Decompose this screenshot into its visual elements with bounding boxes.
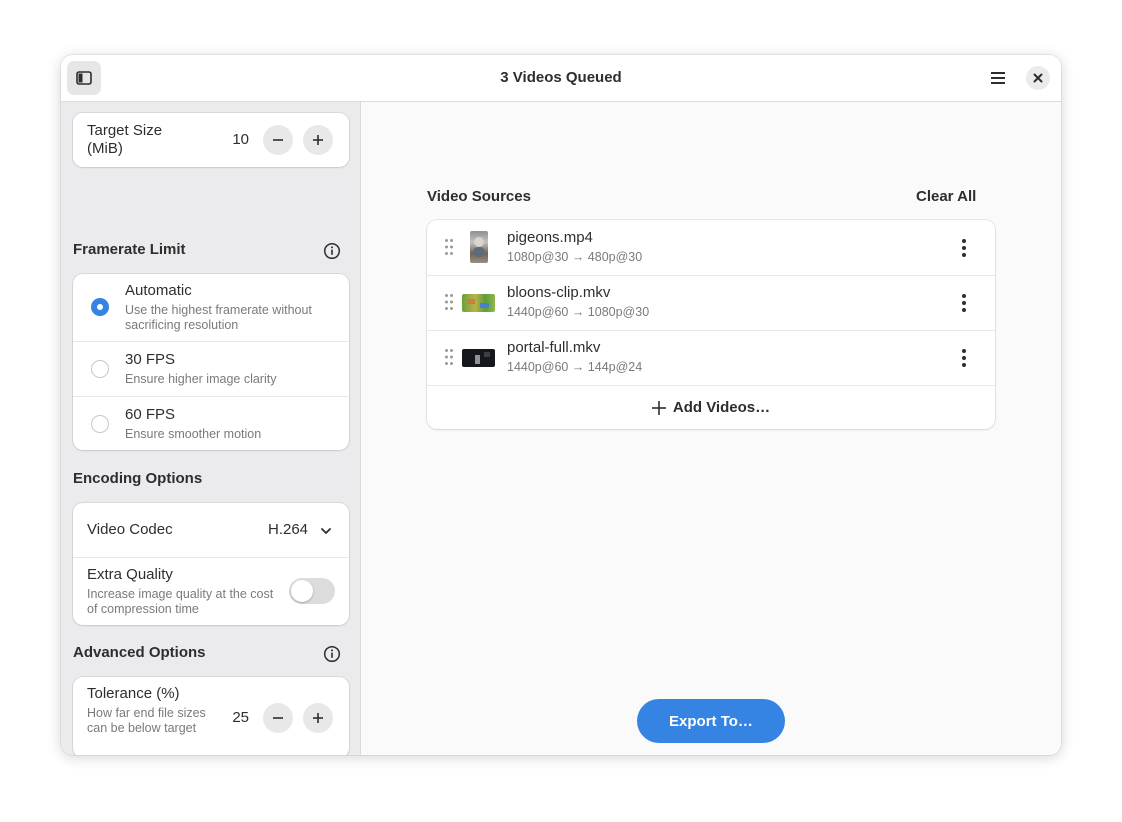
drag-handle-icon[interactable] — [444, 238, 454, 256]
drag-handle-icon[interactable] — [444, 348, 454, 366]
header-bar: 3 Videos Queued — [61, 55, 1061, 102]
kebab-menu-icon[interactable] — [953, 292, 975, 314]
encoding-section-title: Encoding Options — [73, 470, 203, 487]
video-name: bloons-clip.mkv — [507, 284, 611, 301]
video-codec-label: Video Codec — [87, 521, 173, 538]
target-size-increment-button[interactable] — [303, 125, 333, 155]
video-row-pigeons[interactable]: pigeons.mp4 1080p@30 → 480p@30 — [427, 220, 995, 275]
framerate-option-60fps[interactable]: 60 FPS Ensure smoother motion — [73, 397, 349, 450]
info-icon[interactable] — [323, 242, 341, 260]
extra-quality-title: Extra Quality — [87, 566, 173, 583]
video-name: portal-full.mkv — [507, 339, 601, 356]
plus-icon — [313, 713, 323, 723]
app-window: 3 Videos Queued Target Size (MiB) 10 Fra… — [61, 55, 1061, 755]
main-menu-button[interactable] — [981, 61, 1015, 95]
tolerance-decrement-button[interactable] — [263, 703, 293, 733]
export-button[interactable]: Export To… — [637, 699, 785, 743]
video-name: pigeons.mp4 — [507, 229, 593, 246]
tolerance-subtitle: How far end file sizes can be below targ… — [87, 706, 206, 735]
kebab-menu-icon[interactable] — [953, 237, 975, 259]
video-row-portal[interactable]: portal-full.mkv 1440p@60 → 144p@24 — [427, 330, 995, 385]
tolerance-increment-button[interactable] — [303, 703, 333, 733]
radio-button-60fps[interactable] — [91, 415, 109, 433]
video-codec-value: H.264 — [268, 521, 309, 538]
video-sources-title: Video Sources — [427, 188, 531, 205]
framerate-option-title: 30 FPS — [125, 351, 176, 368]
target-size-decrement-button[interactable] — [263, 125, 293, 155]
info-icon[interactable] — [323, 645, 341, 663]
target-size-row: Target Size (MiB) 10 — [73, 113, 349, 167]
add-videos-button[interactable]: Add Videos… — [427, 386, 995, 429]
close-button[interactable] — [1026, 66, 1050, 90]
framerate-option-subtitle: Ensure smoother motion — [125, 427, 262, 441]
video-list: pigeons.mp4 1080p@30 → 480p@30 bloons-cl… — [427, 220, 995, 429]
sidebar: Target Size (MiB) 10 Framerate Limit Aut… — [61, 102, 361, 755]
video-thumbnail — [462, 294, 495, 312]
encoding-options-card: Video Codec H.264 Extra Quality Increase… — [73, 503, 349, 625]
main-content: Video Sources Clear All pigeons.mp4 1080… — [361, 102, 1061, 755]
radio-button-30fps[interactable] — [91, 360, 109, 378]
toggle-knob — [291, 580, 313, 602]
video-conversion-info: 1440p@60 → 144p@24 — [507, 360, 643, 374]
framerate-option-subtitle: Use the highest framerate without sacrif… — [125, 303, 312, 332]
extra-quality-row: Extra Quality Increase image quality at … — [73, 558, 349, 625]
tolerance-value[interactable]: 25 — [219, 709, 249, 726]
framerate-option-automatic[interactable]: Automatic Use the highest framerate with… — [73, 274, 349, 341]
target-size-value[interactable]: 10 — [219, 131, 249, 148]
extra-quality-subtitle: Increase image quality at the cost of co… — [87, 587, 274, 616]
video-codec-row[interactable]: Video Codec H.264 — [73, 503, 349, 557]
window-title: 3 Videos Queued — [500, 69, 622, 86]
advanced-section-title: Advanced Options — [73, 644, 206, 661]
chevron-down-icon — [321, 528, 331, 534]
framerate-option-subtitle: Ensure higher image clarity — [125, 372, 277, 386]
drag-handle-icon[interactable] — [444, 293, 454, 311]
video-thumbnail — [470, 231, 488, 263]
add-videos-label: Add Videos… — [672, 399, 771, 416]
tolerance-row: Tolerance (%) How far end file sizes can… — [73, 677, 349, 755]
kebab-menu-icon[interactable] — [953, 347, 975, 369]
plus-icon — [651, 400, 666, 415]
clear-all-button[interactable]: Clear All — [916, 188, 976, 205]
radio-button-automatic[interactable] — [91, 298, 109, 316]
framerate-section-title: Framerate Limit — [73, 241, 186, 258]
video-row-bloons[interactable]: bloons-clip.mkv 1440p@60 → 1080p@30 — [427, 275, 995, 330]
framerate-option-title: Automatic — [125, 282, 192, 299]
framerate-option-title: 60 FPS — [125, 406, 176, 423]
tolerance-title: Tolerance (%) — [87, 685, 180, 702]
video-conversion-info: 1440p@60 → 1080p@30 — [507, 305, 650, 319]
video-conversion-info: 1080p@30 → 480p@30 — [507, 250, 643, 264]
hamburger-menu-icon — [991, 72, 1005, 84]
minus-icon — [273, 717, 283, 719]
plus-icon — [313, 135, 323, 145]
minus-icon — [273, 139, 283, 141]
extra-quality-toggle[interactable] — [289, 578, 335, 604]
video-thumbnail — [462, 349, 495, 367]
framerate-options-card: Automatic Use the highest framerate with… — [73, 274, 349, 450]
target-size-label: Target Size (MiB) — [87, 122, 163, 157]
close-icon — [1033, 73, 1043, 83]
framerate-option-30fps[interactable]: 30 FPS Ensure higher image clarity — [73, 342, 349, 396]
